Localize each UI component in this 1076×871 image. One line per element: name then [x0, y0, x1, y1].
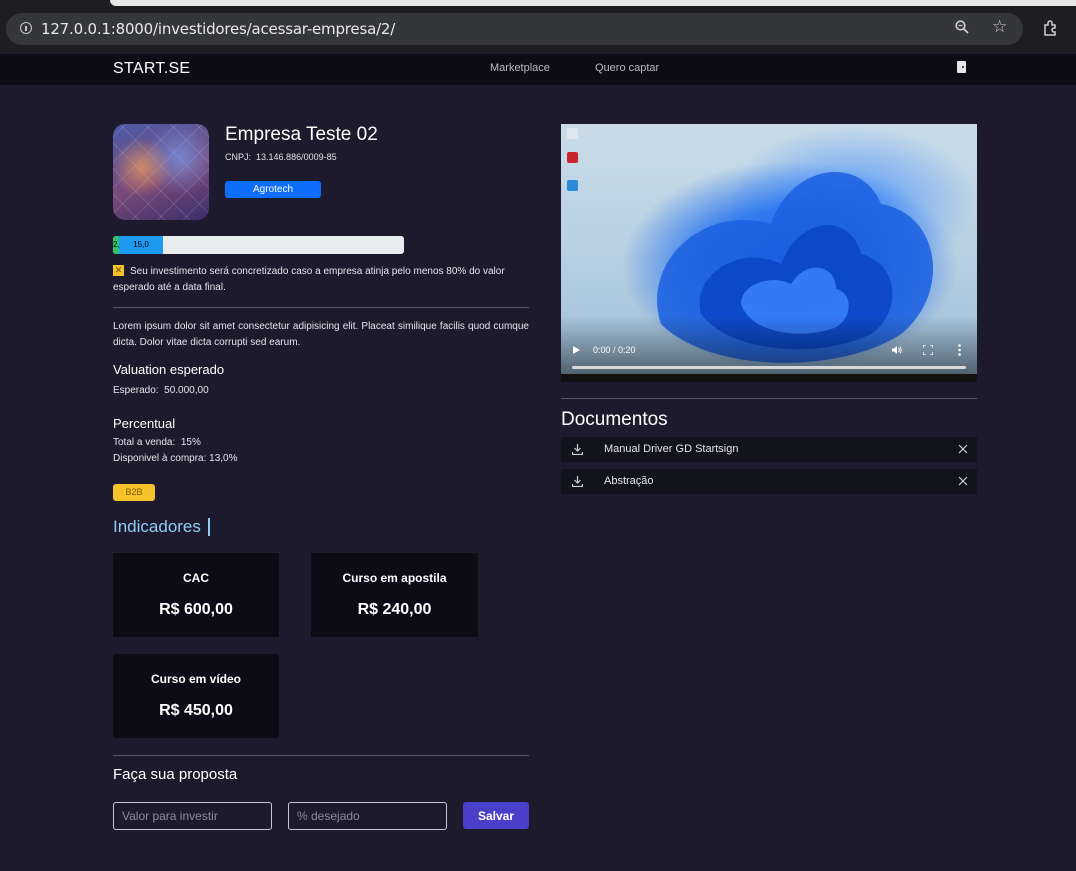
cnpj-value: 13.146.886/0009-85 — [256, 152, 337, 162]
brand-logo[interactable]: START.SE — [113, 60, 190, 78]
desktop-icon — [567, 180, 578, 191]
indicator-card-video: Curso em vídeo R$ 450,00 — [113, 654, 279, 738]
browser-chrome: 127.0.0.1:8000/investidores/acessar-empr… — [0, 0, 1076, 54]
cnpj: CNPJ: 13.146.886/0009-85 — [225, 152, 337, 162]
company-description: Lorem ipsum dolor sit amet consectetur a… — [113, 321, 529, 348]
proposal-title: Faça sua proposta — [113, 766, 238, 783]
download-icon[interactable] — [572, 444, 583, 455]
video-controls-strip — [561, 374, 977, 382]
desired-percent-input[interactable] — [288, 802, 447, 830]
valuation-expected: Esperado: 50.000,00 — [113, 385, 209, 396]
desktop-icon — [567, 128, 578, 139]
indicator-value: R$ 240,00 — [357, 601, 432, 618]
video-seekbar[interactable] — [572, 366, 966, 369]
more-options-icon[interactable] — [958, 344, 961, 356]
indicator-label: Curso em vídeo — [150, 672, 242, 686]
pitch-video-player[interactable]: 0:00 / 0:20 — [561, 124, 977, 382]
document-row: Manual Driver GD Startsign — [561, 437, 977, 462]
extensions-icon[interactable] — [1042, 19, 1060, 37]
close-icon[interactable] — [958, 444, 968, 454]
indicator-label: Curso em apostila — [342, 571, 447, 585]
divider — [561, 398, 977, 399]
close-icon[interactable] — [958, 476, 968, 486]
site-info-icon[interactable] — [20, 22, 32, 34]
fullscreen-icon[interactable] — [923, 345, 933, 355]
save-button[interactable]: Salvar — [463, 802, 529, 829]
nav-link-quero-captar[interactable]: Quero captar — [595, 62, 659, 74]
documents-title: Documentos — [561, 409, 668, 430]
valuation-title: Valuation esperado — [113, 362, 225, 377]
indicator-value: R$ 600,00 — [159, 601, 233, 618]
tab-strip — [110, 0, 1076, 6]
company-name: Empresa Teste 02 — [225, 124, 378, 145]
bookmark-star-icon[interactable]: ☆ — [992, 18, 1007, 35]
url-text[interactable]: 127.0.0.1:8000/investidores/acessar-empr… — [41, 20, 395, 38]
logout-door-icon[interactable] — [957, 61, 966, 73]
indicator-card-apostila: Curso em apostila R$ 240,00 — [311, 553, 478, 637]
indicator-label: CAC — [183, 571, 209, 585]
indicator-value: R$ 450,00 — [159, 702, 233, 719]
company-logo — [113, 124, 209, 220]
desktop-icon — [567, 152, 578, 163]
nav-link-marketplace[interactable]: Marketplace — [490, 62, 550, 74]
indicator-card-cac: CAC R$ 600,00 — [113, 553, 279, 637]
download-icon[interactable] — [572, 476, 583, 487]
title-accent-bar — [208, 518, 210, 536]
warning-text: Seu investimento será concretizado caso … — [113, 266, 505, 293]
business-model-badge: B2B — [113, 484, 155, 501]
document-row: Abstração — [561, 469, 977, 494]
available-to-buy: Disponivel à compra: 13,0% — [113, 453, 238, 464]
top-navbar: START.SE Marketplace Quero captar — [0, 54, 1076, 85]
divider — [113, 307, 529, 308]
document-name[interactable]: Abstração — [604, 475, 654, 487]
cnpj-label: CNPJ: — [225, 152, 252, 162]
funding-progress-bar: 2, 15,0 — [113, 236, 404, 254]
warning-icon: ✕ — [113, 265, 124, 276]
address-bar[interactable]: 127.0.0.1:8000/investidores/acessar-empr… — [6, 13, 1023, 45]
sector-badge: Agrotech — [225, 181, 321, 198]
volume-icon[interactable] — [892, 345, 902, 355]
video-time: 0:00 / 0:20 — [593, 345, 636, 355]
total-for-sale: Total a venda: 15% — [113, 437, 201, 448]
indicators-title: Indicadores — [113, 517, 201, 536]
zoom-icon[interactable] — [955, 20, 969, 34]
progress-available: 15,0 — [119, 236, 163, 254]
play-icon[interactable] — [573, 346, 580, 354]
document-name[interactable]: Manual Driver GD Startsign — [604, 443, 739, 455]
divider — [113, 755, 529, 756]
invest-value-input[interactable] — [113, 802, 272, 830]
percent-title: Percentual — [113, 416, 176, 431]
